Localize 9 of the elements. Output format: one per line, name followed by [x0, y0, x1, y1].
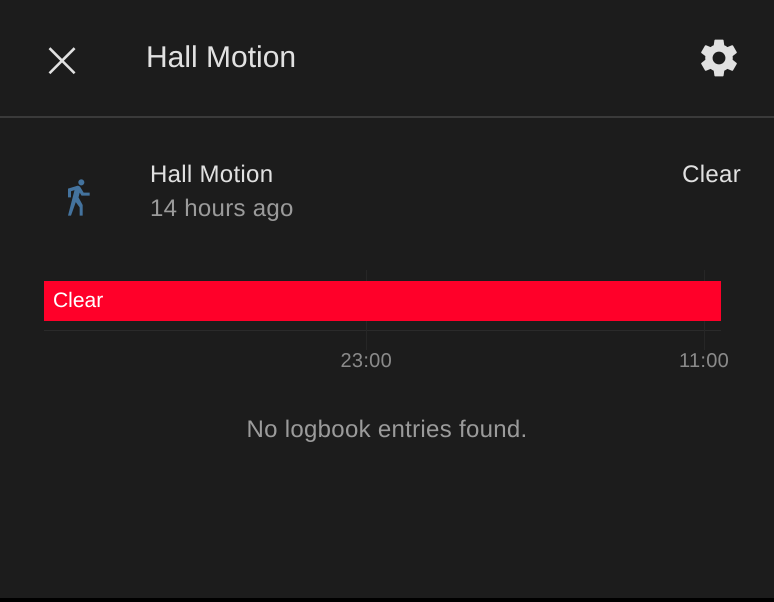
time-axis-label: 23:00 — [340, 350, 392, 373]
entity-name: Hall Motion — [150, 161, 274, 189]
entity-state: Clear — [682, 161, 741, 189]
empty-logbook-message: No logbook entries found. — [246, 416, 528, 443]
time-axis-label: 11:00 — [679, 350, 730, 373]
dialog-title: Hall Motion — [146, 41, 298, 75]
state-bar: Clear — [44, 281, 721, 321]
close-button[interactable]: × — [40, 34, 84, 82]
last-changed-time: 14 hours ago — [150, 195, 295, 223]
